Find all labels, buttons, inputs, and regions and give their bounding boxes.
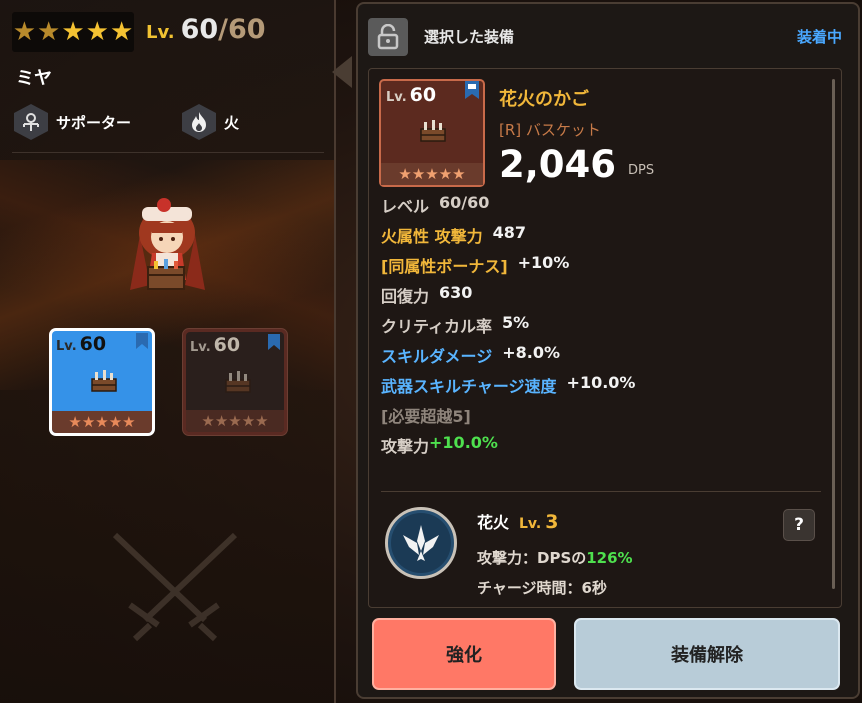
- divider: [12, 152, 324, 153]
- level-max: /60: [218, 14, 266, 45]
- item-name: 花火のかご: [499, 89, 589, 110]
- fire-icon: [182, 104, 216, 140]
- item-stars: ★★★★★: [381, 163, 483, 185]
- stat-row: 回復力 630: [381, 283, 472, 307]
- stat-value: +8.0%: [502, 343, 560, 362]
- equipped-status: 装着中: [796, 28, 842, 46]
- stat-row: 攻撃力 +10.0%: [381, 433, 498, 457]
- bookmark-icon: [268, 334, 280, 350]
- panel-pointer: [332, 56, 352, 88]
- item-card: Lv. 60 ★★★★★: [379, 79, 485, 187]
- stat-label: レベル: [381, 197, 430, 216]
- slot-stars: ★★★★★: [186, 410, 284, 432]
- unequip-button[interactable]: 装備解除: [574, 618, 840, 690]
- skill-title: 花火: [477, 513, 510, 532]
- slot-level: Lv. 60: [56, 333, 107, 355]
- stat-label: [同属性ボーナス]: [381, 257, 508, 276]
- upgrade-button[interactable]: 強化: [372, 618, 556, 690]
- character-panel: ★ ★ ★ ★ ★ Lv. 60 /60 ミヤ サポーター 火 Lv. 60 ★…: [0, 0, 336, 703]
- star-icon: ★: [85, 17, 109, 47]
- skill-level: 3: [545, 511, 559, 533]
- stat-value: 60/60: [439, 193, 490, 212]
- star-icon: ★: [109, 17, 134, 47]
- basket-icon: [91, 370, 117, 392]
- element-tag: 火: [182, 104, 239, 140]
- equipment-slot-equipped[interactable]: Lv. 60 ★★★★★: [49, 328, 155, 436]
- item-dps: 2,046 DPS: [499, 143, 654, 186]
- slot-stars: ★★★★★: [52, 411, 152, 433]
- stat-label: 攻撃力: [381, 437, 430, 456]
- stat-label: スキルダメージ: [381, 347, 493, 366]
- basket-icon: [420, 120, 446, 142]
- skill-attack: 攻撃力：DPSの126%: [477, 547, 633, 568]
- bookmark-icon: [465, 81, 479, 99]
- bookmark-icon: [136, 333, 148, 349]
- stat-row: レベル 60/60: [381, 193, 489, 217]
- stat-label: クリティカル率: [381, 317, 493, 336]
- slot-level: Lv. 60: [190, 334, 241, 356]
- stat-value: 487: [492, 223, 526, 242]
- level-label: Lv.: [146, 22, 175, 43]
- role-label: サポーター: [56, 113, 132, 132]
- unlock-icon[interactable]: [368, 18, 408, 56]
- skill-help-button[interactable]: ?: [783, 509, 815, 541]
- stat-label: [必要超越5]: [381, 407, 471, 426]
- stat-label: 火属性 攻撃力: [381, 227, 483, 246]
- equipment-details[interactable]: Lv. 60 ★★★★★ 花火のかご [R] バスケット 2,046 DPS レ: [368, 68, 842, 608]
- skill-level-label: Lv.: [519, 516, 542, 532]
- panel-title: 選択した装備: [424, 28, 515, 46]
- star-icon: ★: [12, 17, 37, 47]
- stat-row: [同属性ボーナス] +10%: [381, 253, 569, 277]
- skill-attack-label: 攻撃力：DPSの: [477, 549, 587, 567]
- stat-row: 武器スキルチャージ速度 +10.0%: [381, 373, 635, 397]
- role-tag: サポーター: [14, 104, 131, 140]
- stat-value: +10%: [517, 253, 570, 272]
- stat-value: 630: [439, 283, 473, 302]
- stat-value: +10.0%: [429, 433, 498, 452]
- dps-value: 2,046: [499, 143, 617, 186]
- crossed-swords-icon: [112, 532, 238, 642]
- stat-row: 火属性 攻撃力 487: [381, 223, 526, 247]
- skill-name: 花火 Lv. 3: [477, 509, 558, 533]
- equipment-detail-panel: 選択した装備 装着中 Lv. 60 ★★★★★ 花火のかご [R] バスケット: [356, 2, 860, 699]
- skill-charge: チャージ時間：6秒: [477, 579, 607, 597]
- character-level: Lv. 60 /60: [146, 14, 266, 45]
- skill-attack-value: 126%: [586, 549, 633, 567]
- star-icon: ★: [37, 17, 61, 47]
- stat-row: [必要超越5]: [381, 403, 471, 427]
- star-icon: ★: [61, 17, 85, 47]
- character-star-rating: ★ ★ ★ ★ ★: [12, 12, 134, 52]
- level-current: 60: [180, 14, 219, 45]
- scrollbar[interactable]: [832, 79, 835, 589]
- stat-value: 5%: [502, 313, 530, 332]
- stat-row: スキルダメージ +8.0%: [381, 343, 560, 367]
- stat-label: 回復力: [381, 287, 430, 306]
- character-sprite: [130, 198, 205, 290]
- element-label: 火: [224, 113, 240, 132]
- equipment-slot-owned[interactable]: Lv. 60 ★★★★★: [182, 328, 288, 436]
- stat-row: クリティカル率 5%: [381, 313, 529, 337]
- fireworks-skill-icon: [385, 507, 457, 579]
- character-name: ミヤ: [16, 68, 52, 89]
- support-icon: [14, 104, 48, 140]
- dps-unit: DPS: [628, 163, 655, 178]
- divider: [381, 491, 821, 492]
- item-level: Lv. 60: [386, 84, 437, 106]
- basket-icon: [225, 371, 251, 393]
- stat-label: 武器スキルチャージ速度: [381, 377, 557, 396]
- item-type: [R] バスケット: [499, 121, 601, 139]
- stat-value: +10.0%: [566, 373, 636, 392]
